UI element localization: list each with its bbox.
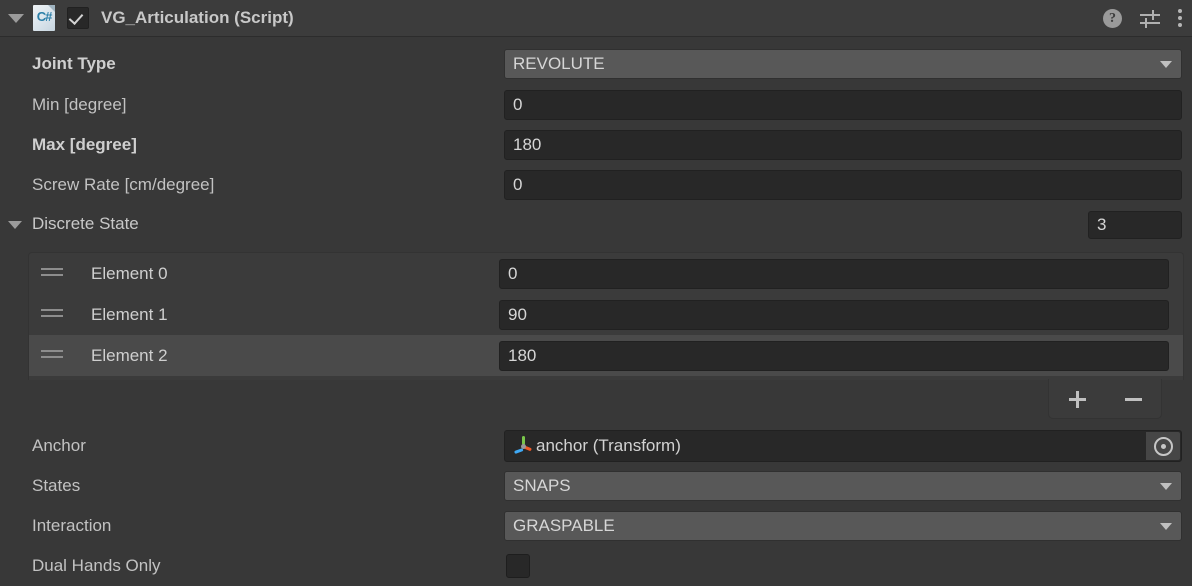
max-degree-input[interactable]: 180 xyxy=(504,130,1182,160)
list-item-label: Element 2 xyxy=(91,345,168,365)
property-label-interaction: Interaction xyxy=(32,516,112,535)
property-label-anchor: Anchor xyxy=(32,436,86,455)
property-row-max-degree: Max [degree] 180 xyxy=(0,125,1192,165)
list-item-label: Element 1 xyxy=(91,304,168,324)
table-row[interactable]: Element 1 90 xyxy=(29,294,1183,335)
discrete-state-size-value: 3 xyxy=(1097,215,1107,234)
three-dot-menu-icon[interactable] xyxy=(1178,9,1182,27)
list-item-value: 180 xyxy=(508,345,537,365)
picker-dot xyxy=(1160,443,1166,449)
property-row-screw-rate: Screw Rate [cm/degree] 0 xyxy=(0,165,1192,205)
chevron-down-icon xyxy=(1160,523,1172,530)
list-item-label: Element 0 xyxy=(91,263,168,283)
anchor-object-value: anchor (Transform) xyxy=(536,436,681,455)
joint-type-dropdown[interactable]: REVOLUTE xyxy=(504,49,1182,79)
drag-handle-icon[interactable] xyxy=(41,268,63,278)
property-label-states: States xyxy=(32,476,81,495)
remove-element-button[interactable] xyxy=(1118,384,1148,414)
list-item-input[interactable]: 180 xyxy=(499,340,1169,371)
discrete-state-label: Discrete State xyxy=(32,214,139,233)
min-degree-value: 0 xyxy=(513,95,523,114)
states-dropdown[interactable]: SNAPS xyxy=(504,471,1182,501)
property-label-joint-type: Joint Type xyxy=(32,54,116,73)
property-row-min-degree: Min [degree] 0 xyxy=(0,85,1192,125)
csharp-script-icon: C# xyxy=(33,5,55,31)
screw-rate-value: 0 xyxy=(513,175,523,194)
property-label-dual-hands-only: Dual Hands Only xyxy=(32,556,161,575)
interaction-value: GRASPABLE xyxy=(513,516,615,535)
anchor-object-field[interactable]: anchor (Transform) xyxy=(504,430,1182,462)
joint-type-value: REVOLUTE xyxy=(513,54,605,73)
table-row[interactable]: Element 2 180 xyxy=(29,335,1183,376)
component-foldout-icon[interactable] xyxy=(8,13,24,23)
picker-ring xyxy=(1153,436,1173,456)
unity-inspector-component-panel: C# VG_Articulation (Script) ? Joint Type… xyxy=(0,0,1192,584)
list-item-value: 90 xyxy=(508,304,527,324)
drag-handle-icon[interactable] xyxy=(41,350,63,360)
property-row-dual-hands-only: Dual Hands Only xyxy=(0,546,1192,586)
discrete-state-foldout-icon[interactable] xyxy=(8,221,22,229)
table-row[interactable]: Element 0 0 xyxy=(29,253,1183,294)
header-icon-group: ? xyxy=(1103,0,1182,36)
component-enabled-checkbox[interactable] xyxy=(67,7,89,29)
discrete-state-foldout-row[interactable]: Discrete State 3 xyxy=(0,205,1192,245)
object-picker-icon[interactable] xyxy=(1146,432,1180,460)
component-title: VG_Articulation (Script) xyxy=(101,8,294,27)
checkmark-icon xyxy=(68,9,84,26)
chevron-down-icon xyxy=(1160,61,1172,68)
screw-rate-input[interactable]: 0 xyxy=(504,170,1182,200)
chevron-down-icon xyxy=(1160,483,1172,490)
add-element-button[interactable] xyxy=(1062,384,1092,414)
drag-handle-icon[interactable] xyxy=(41,309,63,319)
states-value: SNAPS xyxy=(513,476,571,495)
max-degree-value: 180 xyxy=(513,135,542,154)
component-header[interactable]: C# VG_Articulation (Script) ? xyxy=(0,0,1192,37)
preset-sliders-icon[interactable] xyxy=(1140,9,1160,28)
csharp-script-icon-label: C# xyxy=(36,9,53,24)
list-item-input[interactable]: 90 xyxy=(499,299,1169,330)
transform-gizmo-icon xyxy=(512,436,534,456)
list-footer-buttons xyxy=(1048,379,1162,419)
property-label-min-degree: Min [degree] xyxy=(32,95,127,114)
discrete-state-size-input[interactable]: 3 xyxy=(1088,211,1182,239)
min-degree-input[interactable]: 0 xyxy=(504,90,1182,120)
dual-hands-only-checkbox[interactable] xyxy=(506,554,530,578)
property-row-states: States SNAPS xyxy=(0,466,1192,506)
property-label-screw-rate: Screw Rate [cm/degree] xyxy=(32,175,215,194)
property-row-joint-type: Joint Type REVOLUTE xyxy=(0,44,1192,84)
list-item-input[interactable]: 0 xyxy=(499,258,1169,289)
property-row-anchor: Anchor anchor (Transform) xyxy=(0,426,1192,466)
help-icon[interactable]: ? xyxy=(1103,8,1122,28)
property-label-max-degree: Max [degree] xyxy=(32,135,137,154)
interaction-dropdown[interactable]: GRASPABLE xyxy=(504,511,1182,541)
discrete-state-list: Element 0 0 Element 1 90 Element 2 180 xyxy=(28,252,1184,380)
property-row-interaction: Interaction GRASPABLE xyxy=(0,506,1192,546)
list-item-value: 0 xyxy=(508,263,518,283)
